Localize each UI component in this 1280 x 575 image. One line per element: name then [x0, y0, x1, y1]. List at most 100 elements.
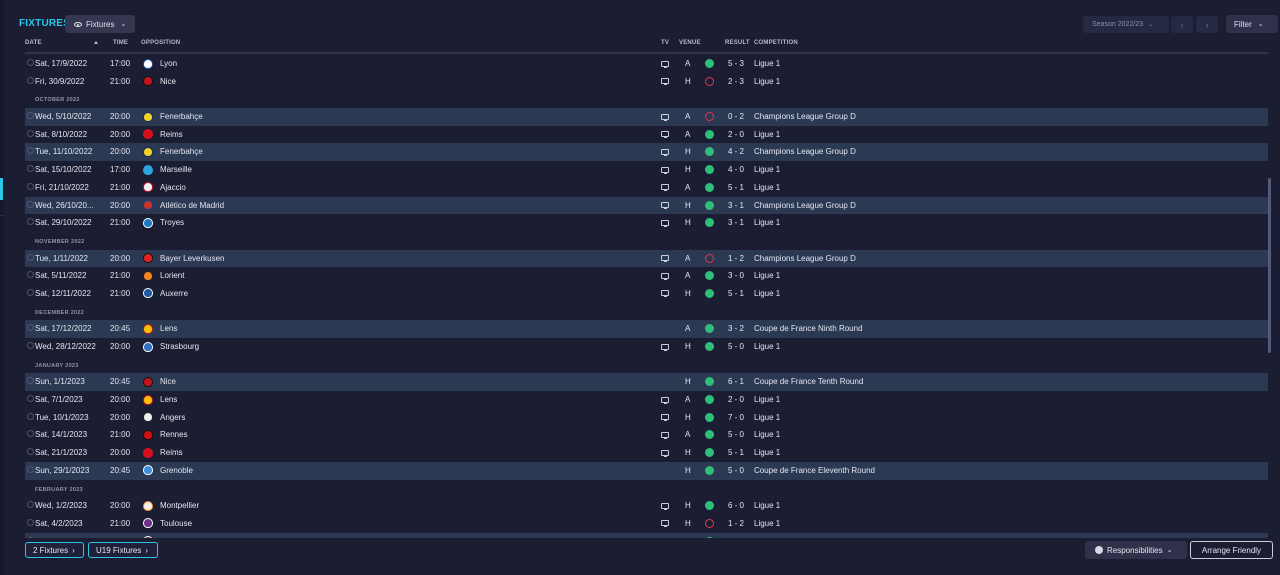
opposition-name[interactable]: Ajaccio [160, 183, 186, 192]
responsibilities-button[interactable]: Responsibilities ⌄ [1085, 541, 1187, 559]
fixture-competition: Champions League Group D [754, 200, 856, 210]
fixture-row[interactable]: Fri, 21/10/2022 21:00 Ajaccio A 5 - 1 Ligue 1 [25, 179, 1268, 197]
left-panel-edge [0, 0, 4, 575]
fixture-row[interactable]: Sat, 17/12/2022 20:45 Lens A 3 - 2 Coupe de F… [25, 320, 1268, 338]
u19-fixtures-button[interactable]: U19 Fixtures › [88, 542, 158, 558]
fixture-row[interactable]: Wed, 5/10/2022 20:00 Fenerbahçe A 0 - 2 Champ… [25, 108, 1268, 126]
fixture-date: Sat, 29/10/2022 [35, 218, 92, 228]
fixture-time: 20:45 [110, 465, 131, 475]
table-scrollbar[interactable] [1268, 178, 1271, 353]
filter-button[interactable]: Filter ⌄ [1226, 15, 1278, 33]
column-header-opposition[interactable]: OPPOSITION [141, 40, 180, 46]
fixture-row[interactable]: Sat, 8/10/2022 20:00 Reims A 2 - 0 Ligue 1 [25, 126, 1268, 144]
club-crest-icon [143, 253, 153, 264]
club-crest-icon [143, 111, 153, 122]
opposition-name[interactable]: Bayer Leverkusen [160, 254, 224, 263]
column-header-tv[interactable]: TV [661, 40, 669, 46]
opposition-name[interactable]: Lens [160, 395, 177, 404]
fixture-date: Sat, 7/1/2023 [35, 395, 83, 405]
fixture-row[interactable]: Sat, 12/11/2022 21:00 Auxerre H 5 - 1 Ligue 1 [25, 285, 1268, 303]
opposition-name[interactable]: Troyes [160, 218, 184, 227]
fixture-row[interactable]: Sat, 21/1/2023 20:00 Reims H 5 - 1 Ligue 1 [25, 444, 1268, 462]
column-header-competition[interactable]: COMPETITION [754, 40, 798, 46]
fixture-row[interactable]: Wed, 28/12/2022 20:00 Strasbourg H 5 - 0 Ligu… [25, 338, 1268, 356]
fixture-competition: Ligue 1 [754, 448, 781, 458]
club-crest-icon [143, 146, 153, 157]
fixture-row[interactable]: Tue, 1/11/2022 20:00 Bayer Leverkusen A 1 - … [25, 249, 1268, 268]
fixture-result: 5 - 0 [728, 342, 745, 351]
fixture-row[interactable]: Wed, 1/2/2023 20:00 Montpellier H 6 - 0 Ligue… [25, 497, 1268, 515]
win-indicator-icon [705, 129, 714, 139]
opposition-name[interactable]: Strasbourg [160, 342, 199, 351]
club-crest-icon [143, 164, 153, 175]
fixture-row[interactable]: Sat, 5/11/2022 21:00 Lorient A 3 - 0 Ligue 1 [25, 267, 1268, 285]
opposition-name[interactable]: Metz [160, 537, 177, 538]
view-dropdown[interactable]: Fixtures ⌄ [65, 15, 135, 33]
opposition-name[interactable]: Lens [160, 324, 177, 333]
opposition-name[interactable]: Toulouse [160, 519, 192, 528]
club-crest-icon [143, 518, 153, 529]
fixture-row[interactable]: Sat, 7/1/2023 20:00 Lens A 2 - 0 Ligue 1 [25, 391, 1268, 409]
month-header: JANUARY 2023 [25, 356, 1268, 374]
eye-icon [74, 21, 82, 27]
column-header-time[interactable]: TIME [113, 40, 128, 46]
opposition-name[interactable]: Reims [160, 448, 183, 457]
next-season-button[interactable]: › [1196, 16, 1218, 33]
opposition-name[interactable]: Fenerbahçe [160, 147, 203, 156]
fixture-time: 20:00 [110, 253, 131, 263]
fixture-row[interactable]: Sat, 4/2/2023 21:00 Toulouse H 1 - 2 Ligue 1 [25, 515, 1268, 533]
arrange-friendly-button[interactable]: Arrange Friendly [1190, 541, 1273, 559]
fixture-row[interactable]: Fri, 30/9/2022 21:00 Nice H 2 - 3 Ligue 1 [25, 73, 1268, 91]
fixture-date: Sat, 12/11/2022 [35, 288, 91, 298]
opposition-name[interactable]: Fenerbahçe [160, 112, 203, 121]
fixture-row[interactable]: Sat, 29/10/2022 21:00 Troyes H 3 - 1 Ligue 1 [25, 214, 1268, 232]
opposition-name[interactable]: Montpellier [160, 501, 199, 510]
fixture-result: 3 - 2 [728, 324, 745, 334]
month-label: FEBRUARY 2023 [35, 486, 83, 493]
month-header: OCTOBER 2022 [25, 90, 1268, 108]
opposition-name[interactable]: Lorient [160, 271, 184, 280]
fixture-result: 6 - 0 [728, 501, 745, 511]
fixture-row[interactable]: Sun, 29/1/2023 20:45 Grenoble H 5 - 0 Coupe d… [25, 461, 1268, 480]
column-header-result[interactable]: RESULT [725, 40, 750, 46]
fixture-row[interactable]: Tue, 10/1/2023 20:00 Angers H 7 - 0 Ligue 1 [25, 409, 1268, 427]
tv-icon [661, 502, 669, 510]
fixture-date: Sat, 15/10/2022 [35, 165, 92, 175]
club-crest-icon [143, 270, 153, 281]
fixture-row[interactable]: Sat, 15/10/2022 17:00 Marseille H 4 - 0 Ligue… [25, 161, 1268, 179]
win-indicator-icon [705, 182, 714, 192]
fixture-row[interactable]: Wed, 8/2/2023 20:45 Metz A 4 - 0 Coupe de Fra… [25, 532, 1268, 538]
opposition-name[interactable]: Grenoble [160, 466, 193, 475]
opposition-name[interactable]: Nice [160, 77, 176, 86]
fixture-row[interactable]: Tue, 11/10/2022 20:00 Fenerbahçe H 4 - 2 Cham… [25, 143, 1268, 162]
fixture-row[interactable]: Sun, 1/1/2023 20:45 Nice H 6 - 1 Coupe de Fra… [25, 373, 1268, 392]
fixture-row[interactable]: Sat, 17/9/2022 17:00 Lyon A 5 - 3 Ligue 1 [25, 55, 1268, 73]
win-indicator-icon [705, 271, 714, 281]
fixture-time: 20:45 [110, 324, 131, 334]
tv-icon [661, 396, 669, 404]
fixture-competition: Ligue 1 [754, 182, 781, 192]
fixture-competition: Ligue 1 [754, 501, 781, 511]
opposition-name[interactable]: Marseille [160, 165, 192, 174]
fixture-result: 5 - 1 [728, 182, 745, 192]
fixture-result: 3 - 0 [728, 271, 745, 281]
opposition-name[interactable]: Atlético de Madrid [160, 201, 224, 210]
loss-indicator-icon [705, 253, 714, 263]
opposition-name[interactable]: Lyon [160, 59, 177, 68]
fixture-time: 20:00 [110, 200, 131, 210]
column-header-venue[interactable]: VENUE [679, 40, 701, 46]
opposition-name[interactable]: Auxerre [160, 289, 188, 298]
season-selector[interactable]: Season 2022/23 ⌄ [1083, 16, 1169, 33]
fixture-competition: Coupe de France Quarter Final [754, 537, 865, 538]
fixture-venue: H [685, 218, 691, 228]
column-header-date[interactable]: DATE [25, 40, 42, 46]
fixture-row[interactable]: Wed, 26/10/20... 20:00 Atlético de Madrid H… [25, 196, 1268, 215]
opposition-name[interactable]: Angers [160, 413, 185, 422]
opposition-name[interactable]: Nice [160, 377, 176, 386]
previous-season-button[interactable]: ‹ [1171, 16, 1193, 33]
fixture-row[interactable]: Sat, 14/1/2023 21:00 Rennes A 5 - 0 Ligue 1 [25, 426, 1268, 444]
opposition-name[interactable]: Rennes [160, 430, 188, 439]
win-indicator-icon [705, 395, 714, 405]
first-team-fixtures-button[interactable]: 2 Fixtures › [25, 542, 84, 558]
opposition-name[interactable]: Reims [160, 130, 183, 139]
